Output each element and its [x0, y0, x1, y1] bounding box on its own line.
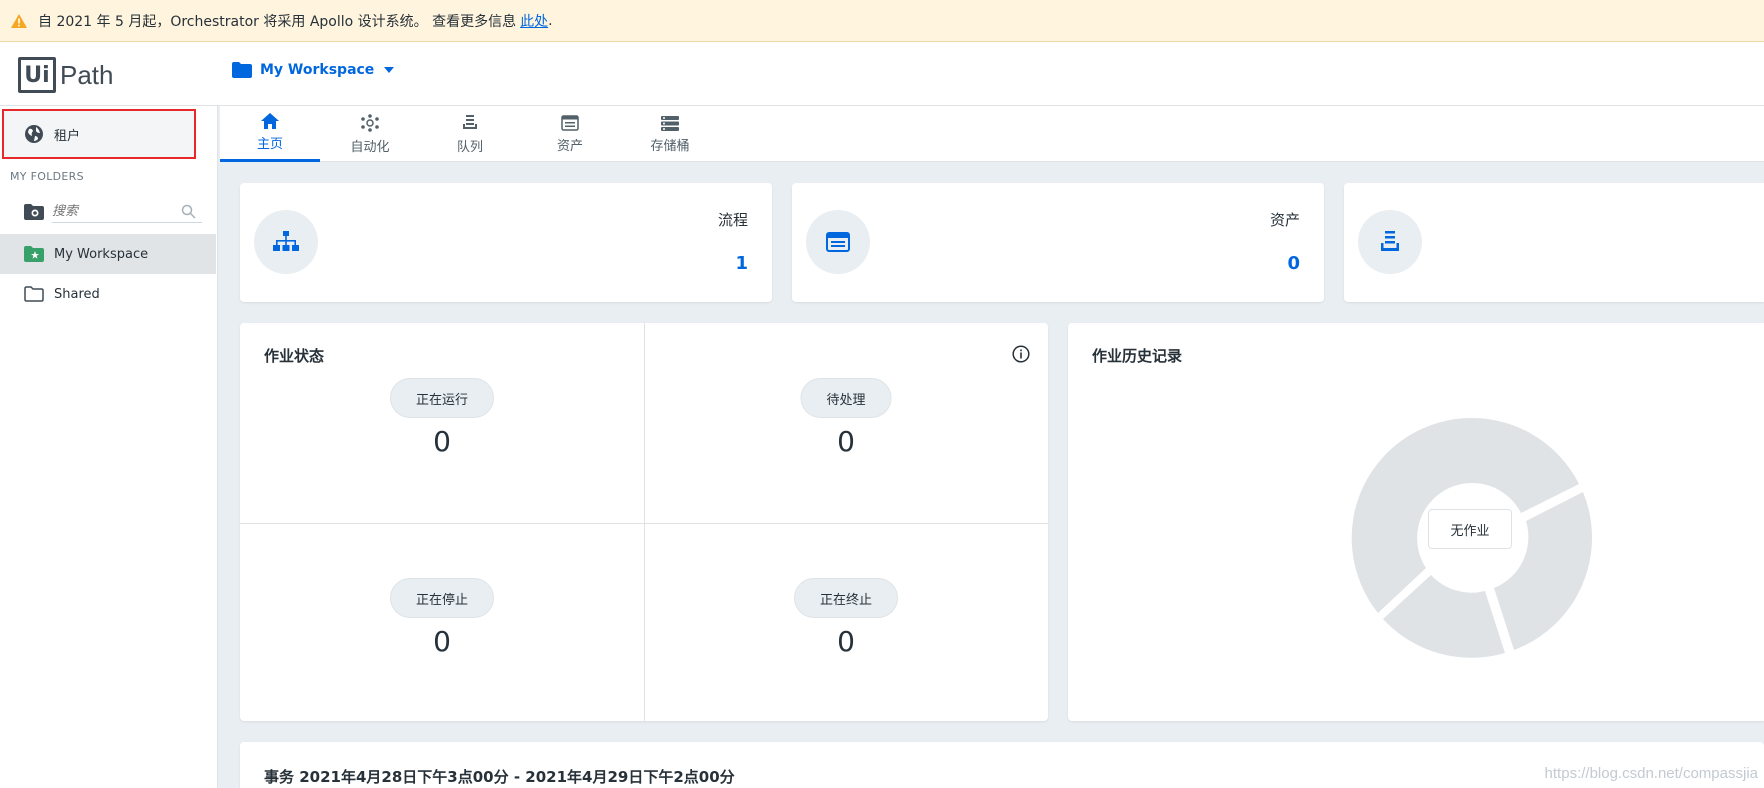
- tab-label: 存储桶: [650, 138, 690, 154]
- assets-icon: [561, 114, 579, 131]
- transactions-card: 事务 2021年4月28日下午3点00分 - 2021年4月29日下午2点00分: [240, 742, 1764, 788]
- folder-label: My Workspace: [54, 246, 149, 262]
- job-status-title: 作业状态: [264, 347, 325, 365]
- folder-icon: [232, 62, 252, 78]
- folder-search: [24, 198, 204, 226]
- divider-horizontal: [240, 523, 1048, 524]
- stat-label: 资产: [1269, 211, 1300, 229]
- tab-queues[interactable]: 队列: [420, 106, 520, 162]
- stat-icon-circle: [1358, 210, 1422, 274]
- process-icon: [273, 231, 299, 251]
- tab-label: 自动化: [350, 139, 390, 155]
- tab-buckets[interactable]: 存储桶: [620, 106, 720, 162]
- job-history-card: 作业历史记录 无作业: [1068, 323, 1764, 721]
- banner-suffix: .: [548, 12, 553, 29]
- workspace-picker-label: My Workspace: [260, 62, 375, 78]
- logo-ui-mark: Ui: [18, 57, 56, 93]
- tab-label: 队列: [456, 139, 483, 155]
- status-value-pending: 0: [837, 425, 855, 458]
- status-value-terminating: 0: [837, 625, 855, 658]
- stat-icon-circle: [806, 210, 870, 274]
- logo-path-text: Path: [60, 59, 114, 90]
- tenant-item[interactable]: 租户: [2, 109, 196, 159]
- watermark: https://blog.csdn.net/compassjia: [1544, 765, 1758, 782]
- divider-vertical: [644, 323, 645, 721]
- workspace-folder-icon: [24, 246, 44, 262]
- automation-icon: [361, 113, 379, 132]
- home-icon: [261, 113, 279, 129]
- folder-camera-icon: [24, 204, 44, 220]
- tenant-label: 租户: [54, 128, 81, 144]
- donut-segment: [1472, 418, 1579, 513]
- stat-icon-circle: [254, 210, 318, 274]
- no-jobs-label: 无作业: [1428, 509, 1512, 549]
- banner-text: 自 2021 年 5 月起，Orchestrator 将采用 Apollo 设计…: [38, 13, 517, 30]
- info-icon[interactable]: [1012, 345, 1030, 363]
- job-history-title: 作业历史记录: [1092, 347, 1183, 365]
- uipath-logo[interactable]: Ui Path: [18, 57, 114, 93]
- announcement-banner: 自 2021 年 5 月起，Orchestrator 将采用 Apollo 设计…: [0, 0, 1764, 42]
- top-bar: Ui Path My Workspace: [0, 42, 1764, 106]
- queue-icon: [1381, 231, 1399, 251]
- status-pill-stopping[interactable]: 正在停止: [389, 578, 495, 618]
- workspace-picker[interactable]: My Workspace: [232, 62, 395, 78]
- bucket-icon: [661, 115, 679, 131]
- queue-icon: [463, 114, 477, 129]
- folder-sidebar: 租户 MY FOLDERS My Workspace Shared: [0, 106, 218, 788]
- my-folders-label: MY FOLDERS: [10, 170, 84, 183]
- banner-link[interactable]: 此处: [520, 11, 548, 31]
- status-value-running: 0: [433, 425, 451, 458]
- tab-automation[interactable]: 自动化: [320, 106, 420, 162]
- stat-card-processes[interactable]: 流程 1: [240, 183, 772, 302]
- tab-label: 资产: [556, 138, 583, 154]
- transactions-title: 事务 2021年4月28日下午3点00分 - 2021年4月29日下午2点00分: [264, 768, 735, 786]
- warning-icon: [11, 13, 27, 28]
- stat-value: 0: [1287, 253, 1300, 274]
- stat-card-assets[interactable]: 资产 0: [792, 183, 1324, 302]
- status-value-stopping: 0: [433, 625, 451, 658]
- status-pill-pending[interactable]: 待处理: [800, 378, 892, 418]
- folder-outline-icon: [24, 286, 44, 302]
- globe-icon: [25, 125, 43, 143]
- tab-assets[interactable]: 资产: [520, 106, 620, 162]
- status-pill-running[interactable]: 正在运行: [389, 378, 495, 418]
- folder-item-my-workspace[interactable]: My Workspace: [0, 234, 216, 274]
- folder-search-input[interactable]: [52, 201, 202, 223]
- assets-icon: [826, 232, 850, 252]
- folder-item-shared[interactable]: Shared: [0, 274, 216, 314]
- search-icon[interactable]: [181, 204, 196, 219]
- status-pill-terminating[interactable]: 正在终止: [793, 578, 899, 618]
- stat-card-queues[interactable]: [1344, 183, 1764, 302]
- stat-value: 1: [735, 253, 748, 274]
- folder-label: Shared: [54, 286, 100, 302]
- tab-home[interactable]: 主页: [220, 106, 320, 162]
- stat-label: 流程: [717, 211, 748, 229]
- tab-label: 主页: [256, 137, 283, 152]
- main-tabs: 主页 自动化 队列 资产 存储桶: [220, 106, 1764, 162]
- job-status-card: 作业状态 正在运行 0 待处理 0 正在停止 0 正在终止 0: [240, 323, 1048, 721]
- chevron-down-icon: [384, 67, 395, 73]
